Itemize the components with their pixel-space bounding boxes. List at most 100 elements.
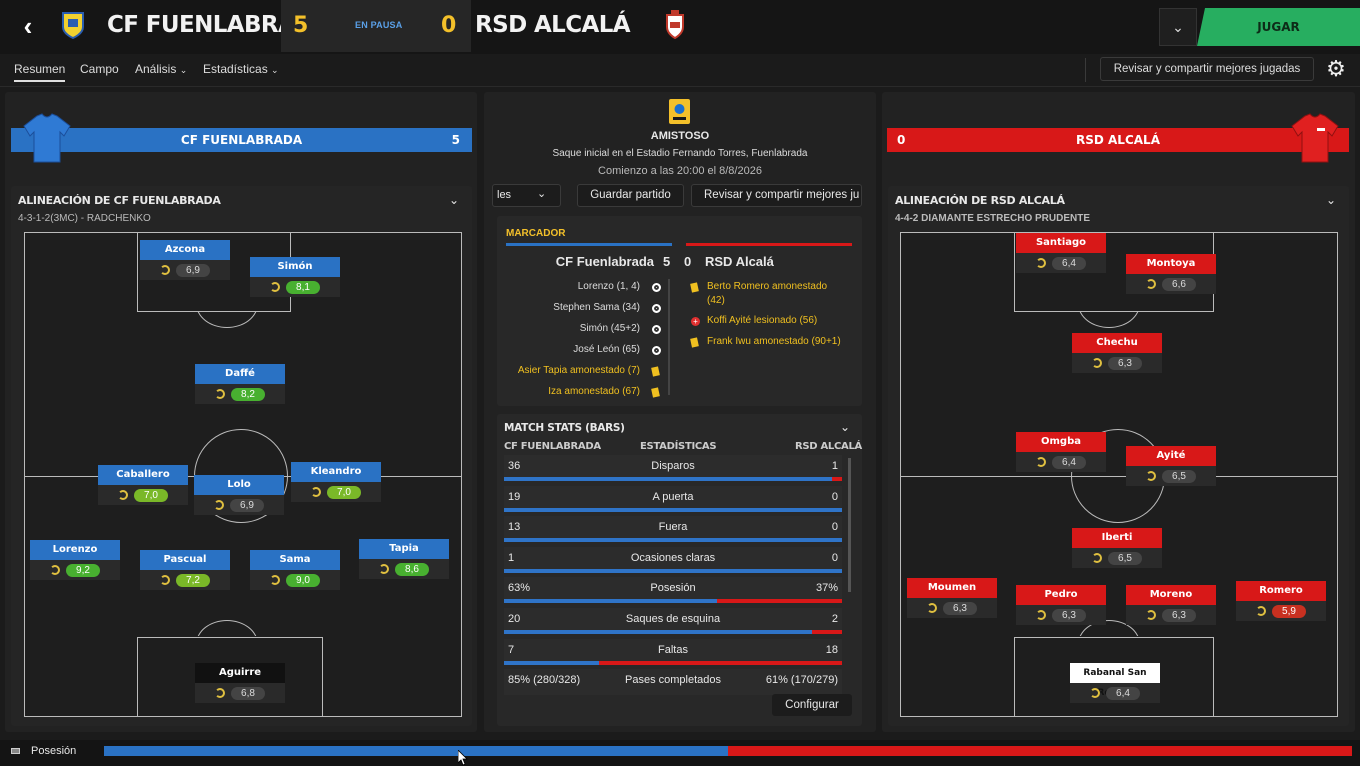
player-card[interactable]: Ayité 6,5: [1126, 446, 1216, 486]
player-card[interactable]: Moumen 6,3: [907, 578, 997, 618]
player-card[interactable]: Pedro 6,3: [1016, 585, 1106, 625]
tab-estadisticas-label: Estadísticas: [203, 62, 268, 76]
condition-icon: [270, 575, 280, 585]
center-dropdown[interactable]: les ⌄: [492, 184, 561, 207]
player-rating-row: 6,3: [1016, 605, 1106, 625]
player-rating: 6,9: [176, 263, 210, 277]
player-name: Pascual: [140, 550, 230, 570]
player-card[interactable]: Aguirre 6,8: [195, 663, 285, 703]
tab-analisis[interactable]: Análisis ⌄: [135, 62, 187, 76]
player-rating-row: 6,3: [1126, 605, 1216, 625]
gear-icon[interactable]: ⚙: [1323, 56, 1349, 82]
kickoff-text: Comienzo a las 20:00 el 8/8/2026: [598, 165, 762, 177]
player-name: Lolo: [194, 475, 284, 495]
player-card[interactable]: Rabanal San Román6,4: [1070, 663, 1160, 703]
stat-away-value: 1: [831, 460, 838, 472]
player-rating-row: 5,9: [1236, 601, 1326, 621]
stat-away-value: 0: [831, 490, 838, 503]
configure-button[interactable]: Configurar: [772, 694, 852, 716]
scoreboard-home-score: 5: [663, 254, 671, 269]
stat-label: Saques de esquina: [625, 613, 721, 625]
player-card[interactable]: Omgba 6,4: [1016, 432, 1106, 472]
stat-away-value: 2: [831, 613, 838, 625]
away-crest-icon: [666, 10, 684, 40]
player-rating: 6,3: [1108, 356, 1142, 370]
back-button[interactable]: ‹: [14, 12, 42, 40]
home-event: José León (65): [573, 343, 640, 355]
home-team-bar-score: 5: [451, 133, 460, 147]
competition-logo-icon: [669, 99, 690, 124]
possession-home-fill: [104, 746, 728, 756]
player-name: Azcona: [140, 240, 230, 260]
bottom-possession-label: Posesión: [31, 745, 77, 757]
player-rating: 6,5: [1162, 469, 1196, 483]
stat-away-bar: [716, 599, 842, 604]
player-card[interactable]: Chechu 6,3: [1072, 333, 1162, 373]
player-card[interactable]: Daffé 8,2: [195, 364, 285, 404]
possession-bar: [104, 746, 1352, 756]
player-rating: 6,6: [1162, 277, 1196, 291]
player-rating: 6,3: [1052, 608, 1086, 622]
player-rating-row: 9,0: [250, 570, 340, 590]
tab-estadisticas[interactable]: Estadísticas ⌄: [203, 62, 279, 76]
player-name: Montoya: [1126, 254, 1216, 274]
chevron-down-icon[interactable]: ⌄: [840, 420, 850, 434]
away-event: Frank Iwu amonestado (90+1): [707, 336, 841, 347]
chevron-down-icon[interactable]: ⌄: [449, 193, 459, 207]
player-name: Lorenzo: [30, 540, 120, 560]
center-review-button[interactable]: Revisar y compartir mejores ju: [691, 184, 862, 207]
player-name: Omgba: [1016, 432, 1106, 452]
player-card[interactable]: Montoya 6,6: [1126, 254, 1216, 294]
player-card[interactable]: Sama 9,0: [250, 550, 340, 590]
stat-row: 19 A puerta 0: [504, 485, 842, 512]
player-rating: 6,8: [231, 686, 265, 700]
player-card[interactable]: Pascual 7,2: [140, 550, 230, 590]
player-name: Moreno: [1126, 585, 1216, 605]
player-card[interactable]: Tapia 8,6: [359, 539, 449, 579]
player-card[interactable]: Simón 8,1: [250, 257, 340, 297]
player-rating: 6,4: [1052, 256, 1086, 270]
home-event: Iza amonestado (67): [548, 385, 640, 397]
player-card[interactable]: Romero 5,9: [1236, 581, 1326, 621]
condition-icon: [160, 265, 170, 275]
player-rating-row: 6,5: [1072, 548, 1162, 568]
player-card[interactable]: Caballero 7,0: [98, 465, 188, 505]
player-rating-row: 6,6: [1126, 274, 1216, 294]
review-highlights-button[interactable]: Revisar y compartir mejores jugadas: [1100, 57, 1314, 81]
play-button[interactable]: JUGAR: [1197, 8, 1360, 46]
player-card[interactable]: Moreno 6,3: [1126, 585, 1216, 625]
home-event: Stephen Sama (34): [553, 301, 640, 313]
stats-scrollbar[interactable]: [848, 458, 851, 592]
stat-home-bar: [504, 568, 842, 573]
player-card[interactable]: Azcona 6,9: [140, 240, 230, 280]
stats-col-home: CF FUENLABRADA: [504, 441, 601, 452]
player-card[interactable]: Lolo 6,9: [194, 475, 284, 515]
chevron-down-icon[interactable]: ⌄: [1326, 193, 1336, 207]
player-rating: 7,0: [134, 488, 168, 502]
player-rating-row: 6,5: [1126, 466, 1216, 486]
player-rating-row: 6,9: [140, 260, 230, 280]
home-shirt-icon: [23, 113, 71, 163]
tab-campo[interactable]: Campo: [80, 62, 119, 76]
player-card[interactable]: Lorenzo 9,2: [30, 540, 120, 580]
chevron-down-icon[interactable]: ⌄: [1159, 8, 1197, 46]
away-event-cont: (42): [707, 295, 725, 306]
away-shirt-icon: [1291, 113, 1339, 163]
player-rating-row: 9,2: [30, 560, 120, 580]
player-name: Sama: [250, 550, 340, 570]
home-lineup-title: ALINEACIÓN DE CF FUENLABRADA: [18, 194, 221, 207]
away-score: 0: [441, 13, 457, 38]
tab-resumen[interactable]: Resumen: [14, 62, 66, 82]
player-rating: 8,6: [395, 562, 429, 576]
stat-away-bar: [831, 477, 842, 481]
player-rating: 8,1: [286, 280, 320, 294]
save-match-button[interactable]: Guardar partido: [577, 184, 684, 207]
player-rating: 6,9: [230, 498, 264, 512]
player-card[interactable]: Kleandro 7,0: [291, 462, 381, 502]
player-card[interactable]: Iberti 6,5: [1072, 528, 1162, 568]
player-rating: 6,5: [1108, 551, 1142, 565]
player-card[interactable]: Santiago 6,4: [1016, 233, 1106, 273]
stat-row: 36 Disparos 1: [504, 455, 842, 481]
player-rating: 6,3: [943, 601, 977, 615]
player-name: Moumen: [907, 578, 997, 598]
